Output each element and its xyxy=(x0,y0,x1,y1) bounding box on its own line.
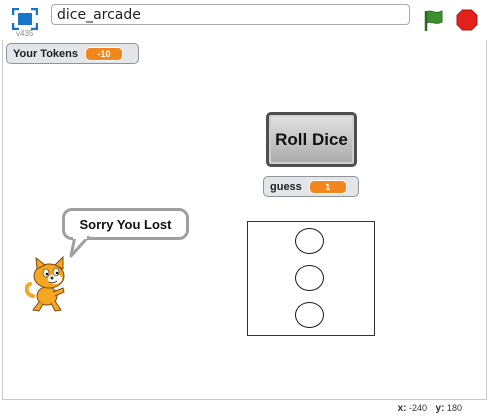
project-title-input[interactable] xyxy=(51,4,410,25)
stage[interactable]: Your Tokens -10 Roll Dice guess 1 Sorry … xyxy=(2,40,487,400)
guess-variable-monitor: guess 1 xyxy=(263,176,359,197)
dice-pip xyxy=(295,265,324,291)
x-coordinate-label: x: xyxy=(397,403,407,414)
y-coordinate-value: 180 xyxy=(446,403,462,413)
toolbar: v435 xyxy=(0,0,490,40)
dice-sprite[interactable] xyxy=(247,221,375,336)
stop-sign-icon[interactable] xyxy=(456,9,478,31)
guess-monitor-value: 1 xyxy=(308,179,347,194)
mouse-coordinates: x: -240 y: 180 xyxy=(398,403,468,414)
y-coordinate-label: y: xyxy=(435,403,445,414)
guess-monitor-label: guess xyxy=(270,180,302,193)
tokens-monitor-label: Your Tokens xyxy=(13,47,78,60)
fullscreen-icon[interactable] xyxy=(12,8,38,30)
green-flag-icon[interactable] xyxy=(422,8,446,32)
x-coordinate-value: -240 xyxy=(409,403,428,413)
roll-dice-button[interactable]: Roll Dice xyxy=(266,112,357,167)
version-label: v435 xyxy=(16,29,34,38)
speech-bubble-tail xyxy=(69,236,91,258)
dice-pip xyxy=(295,228,324,254)
tokens-monitor-value: -10 xyxy=(85,46,123,61)
dice-pip xyxy=(295,302,324,328)
tokens-variable-monitor: Your Tokens -10 xyxy=(6,43,139,64)
scratch-cat-sprite[interactable] xyxy=(25,256,71,312)
